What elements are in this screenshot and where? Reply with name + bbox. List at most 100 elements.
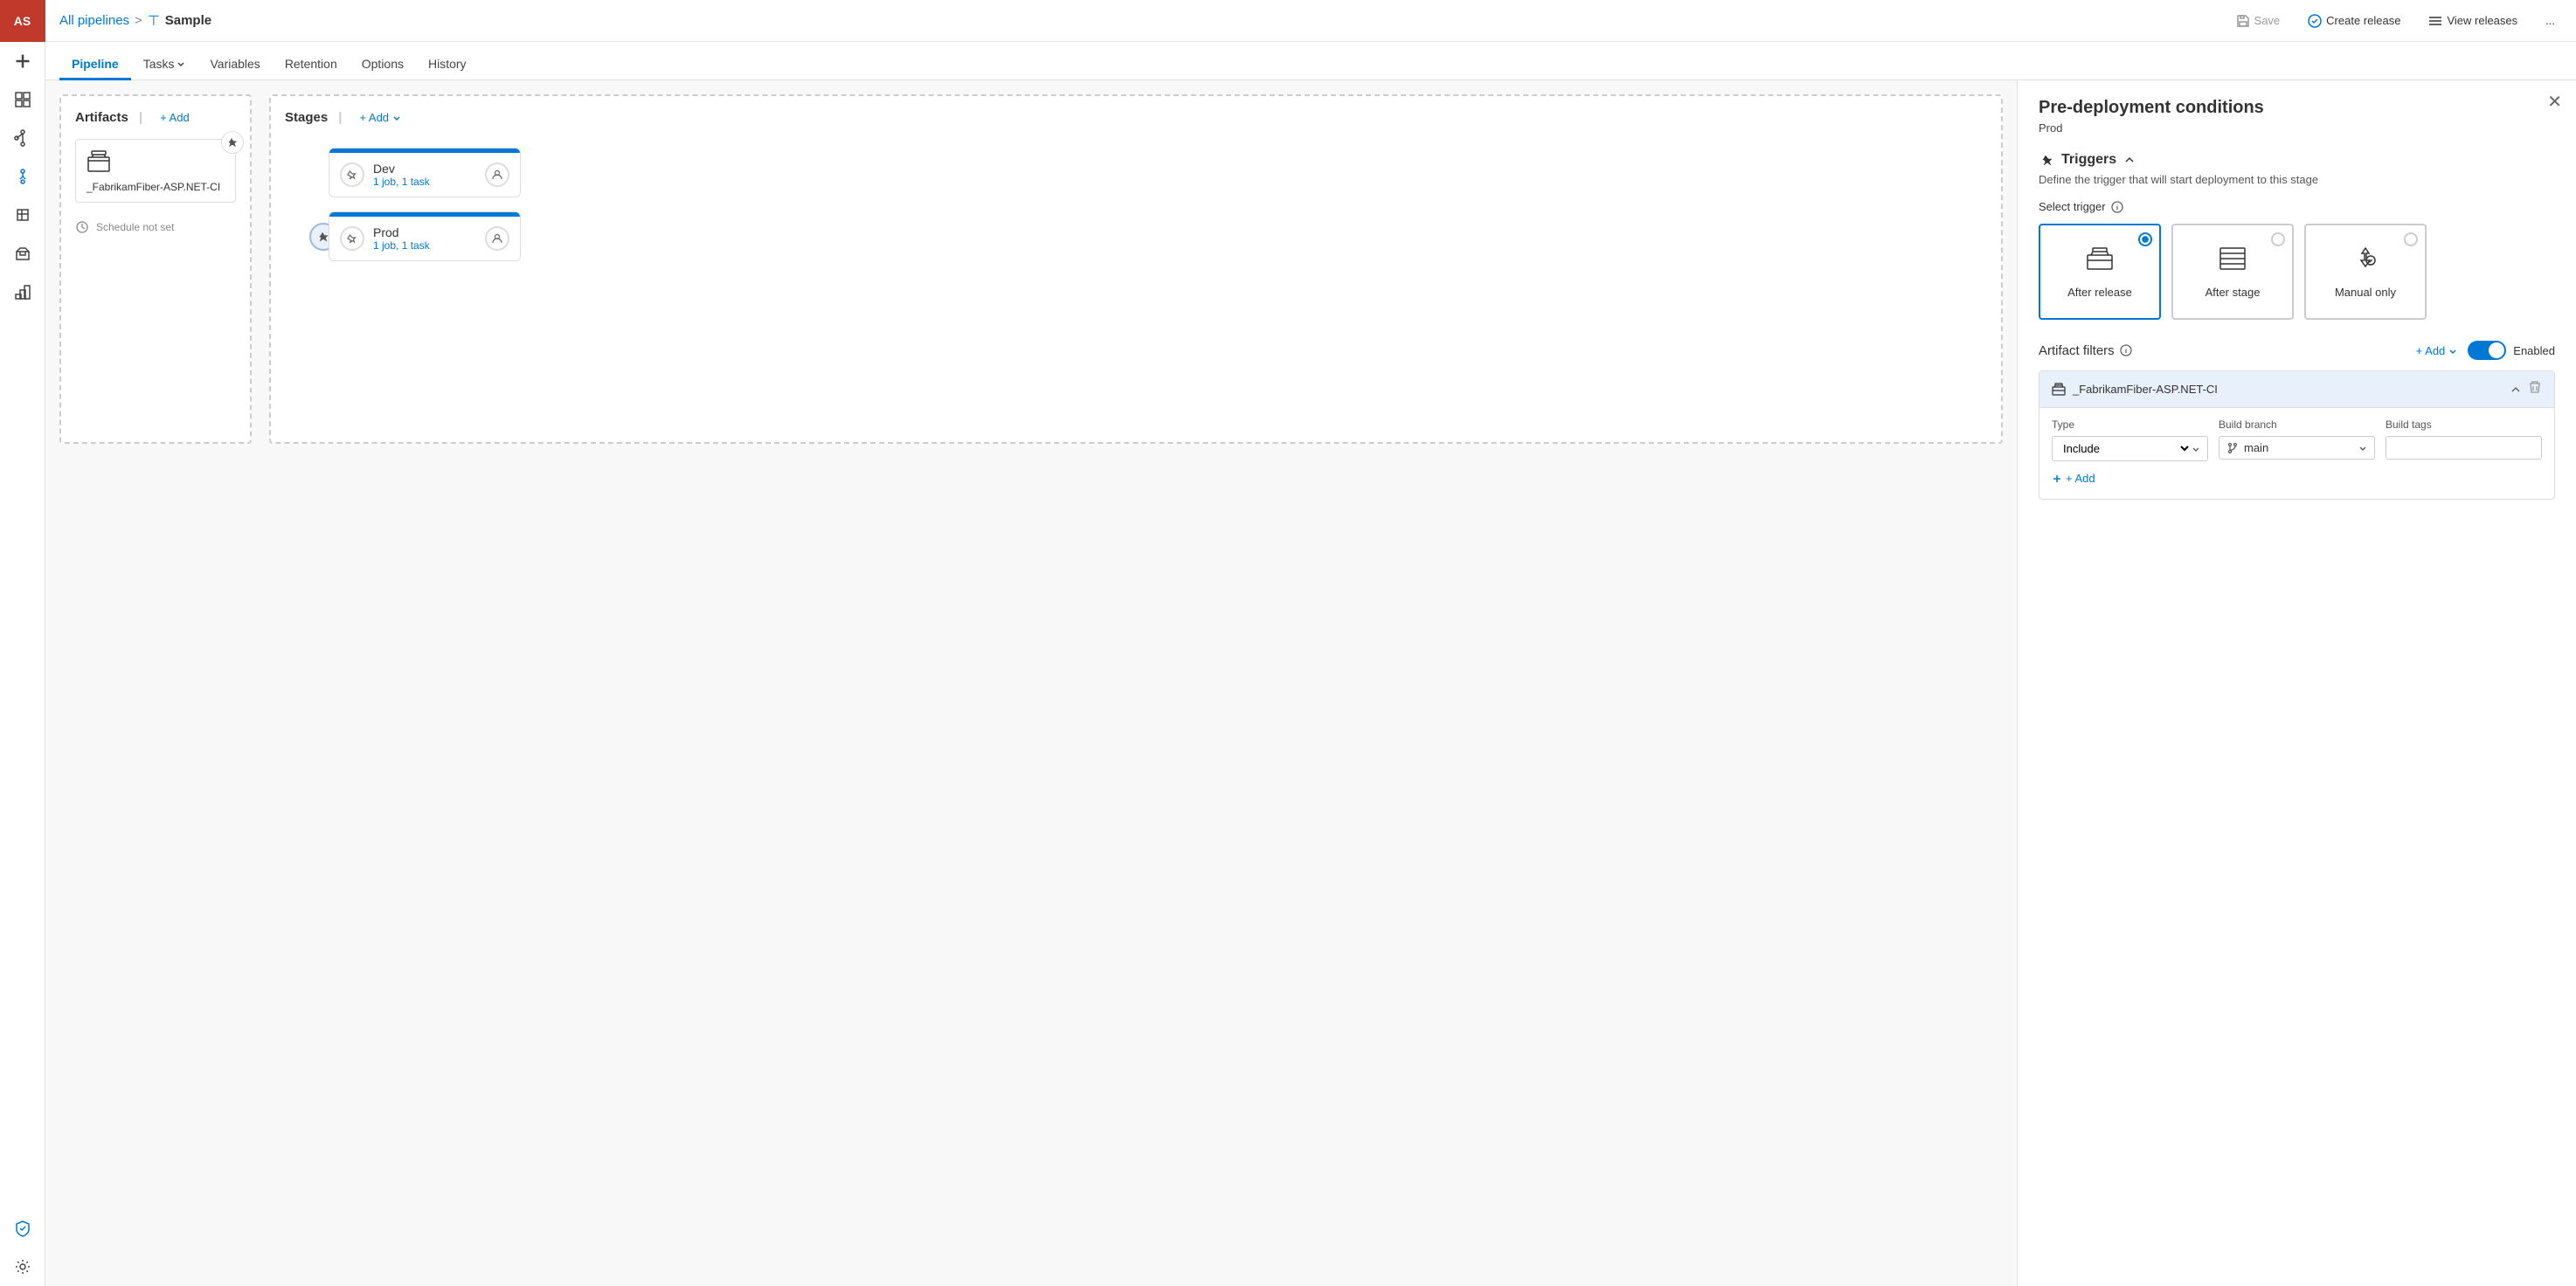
sidebar-icon-settings[interactable] xyxy=(0,1248,45,1286)
add-artifact-filter-button[interactable]: + Add xyxy=(2416,344,2458,357)
toggle-switch[interactable] xyxy=(2468,341,2506,360)
artifact-icon xyxy=(87,149,225,177)
pipeline-icon: ⊤ xyxy=(148,12,160,30)
sidebar-icon-pipelines[interactable] xyxy=(0,157,45,196)
artifact-filters-info-icon xyxy=(2120,344,2132,356)
stage-card-dev[interactable]: Dev 1 job, 1 task xyxy=(329,148,521,197)
branch-col-header: Build branch xyxy=(2219,418,2375,431)
trigger-radio-after-release xyxy=(2138,232,2152,246)
close-button[interactable]: ✕ xyxy=(2547,91,2562,113)
sidebar-icon-deploy[interactable] xyxy=(0,273,45,311)
stages-add-button[interactable]: + Add xyxy=(359,111,401,124)
breadcrumb-separator: > xyxy=(135,13,142,28)
create-release-button[interactable]: Create release xyxy=(2301,10,2407,31)
stages-list: Dev 1 job, 1 task xyxy=(285,139,1987,270)
artifact-trigger-badge[interactable] xyxy=(221,131,244,154)
pipeline-canvas: Artifacts | + Add _FabrikamFiber-ASP.NET… xyxy=(45,80,2017,1286)
tab-retention[interactable]: Retention xyxy=(273,50,350,80)
stage-post-condition-dev[interactable] xyxy=(485,162,509,187)
filter-cols: Type Include Exclude Build branch xyxy=(2052,418,2542,461)
tab-tasks[interactable]: Tasks xyxy=(131,50,198,80)
schedule-card[interactable]: Schedule not set xyxy=(75,213,236,241)
enabled-label: Enabled xyxy=(2513,344,2555,357)
sidebar-icon-repos[interactable] xyxy=(0,119,45,157)
sidebar-icon-shield[interactable] xyxy=(0,1209,45,1248)
artifacts-title: Artifacts xyxy=(75,110,128,125)
more-options-button[interactable]: ... xyxy=(2538,10,2562,31)
sidebar-icon-boards[interactable] xyxy=(0,80,45,119)
artifacts-panel: Artifacts | + Add _FabrikamFiber-ASP.NET… xyxy=(59,94,252,444)
stage-info-dev: Dev 1 job, 1 task xyxy=(373,162,476,188)
artifacts-divider: | xyxy=(139,110,142,125)
branch-value: main xyxy=(2239,441,2358,454)
trigger-radio-manual-only xyxy=(2404,232,2418,246)
branch-column: Build branch main xyxy=(2219,418,2375,461)
trigger-label-after-release: After release xyxy=(2067,286,2132,299)
artifact-filter-section: _FabrikamFiber-ASP.NET-CI Type Include xyxy=(2039,370,2555,500)
triggers-label: Triggers xyxy=(2061,152,2116,168)
tags-col-header: Build tags xyxy=(2386,418,2542,431)
triggers-desc: Define the trigger that will start deplo… xyxy=(2039,173,2555,186)
tab-variables[interactable]: Variables xyxy=(197,50,272,80)
sidebar-icon-artifacts[interactable] xyxy=(0,234,45,273)
breadcrumb-link[interactable]: All pipelines xyxy=(59,13,129,28)
trigger-option-manual-only[interactable]: Manual only xyxy=(2304,224,2427,320)
breadcrumb: All pipelines > ⊤ Sample xyxy=(59,12,211,30)
stage-post-condition-prod[interactable] xyxy=(485,226,509,251)
trigger-label-after-stage: After stage xyxy=(2206,286,2261,299)
sidebar-icon-add[interactable] xyxy=(0,42,45,80)
artifacts-header: Artifacts | + Add xyxy=(75,110,236,125)
main-content: All pipelines > ⊤ Sample Save Create rel… xyxy=(45,0,2576,1286)
artifact-filters-actions: + Add Enabled xyxy=(2416,341,2555,360)
right-panel: ✕ Pre-deployment conditions Prod Trigger… xyxy=(2017,80,2576,1286)
stage-name-prod: Prod xyxy=(373,225,476,239)
add-filter-button[interactable]: + Add xyxy=(2052,468,2095,488)
avatar[interactable]: AS xyxy=(0,0,45,42)
artifact-filter-chevron-up[interactable] xyxy=(2510,384,2521,395)
stages-divider: | xyxy=(338,110,342,125)
artifacts-add-button[interactable]: + Add xyxy=(160,111,190,124)
stage-body-prod: Prod 1 job, 1 task xyxy=(329,217,520,260)
pipeline-container: Artifacts | + Add _FabrikamFiber-ASP.NET… xyxy=(59,94,2003,444)
trigger-option-after-stage[interactable]: After stage xyxy=(2171,224,2294,320)
stages-panel: Stages | + Add xyxy=(269,94,2003,444)
stage-pre-condition-dev[interactable] xyxy=(340,162,364,187)
artifact-filter-section-header: _FabrikamFiber-ASP.NET-CI xyxy=(2039,371,2554,408)
artifact-name: _FabrikamFiber-ASP.NET-CI xyxy=(87,181,225,193)
stage-card-prod[interactable]: Prod 1 job, 1 task xyxy=(329,211,521,261)
sidebar-icon-testplans[interactable] xyxy=(0,196,45,234)
artifact-filter-delete-button[interactable] xyxy=(2528,380,2542,398)
tags-input[interactable] xyxy=(2386,436,2542,460)
type-col-header: Type xyxy=(2052,418,2208,431)
trigger-label-manual-only: Manual only xyxy=(2335,286,2396,299)
triggers-header: Triggers xyxy=(2039,152,2555,168)
select-trigger-label: Select trigger xyxy=(2039,200,2555,213)
stages-title: Stages xyxy=(285,110,328,125)
chevron-up-icon[interactable] xyxy=(2123,154,2136,166)
panel-subtitle: Prod xyxy=(2039,121,2555,135)
branch-select[interactable]: main xyxy=(2219,436,2375,460)
stage-row-prod: Prod 1 job, 1 task xyxy=(302,211,1970,261)
navtabs: Pipeline Tasks Variables Retention Optio… xyxy=(45,42,2576,80)
view-releases-button[interactable]: View releases xyxy=(2421,10,2524,31)
stage-info-prod: Prod 1 job, 1 task xyxy=(373,225,476,252)
artifact-card[interactable]: _FabrikamFiber-ASP.NET-CI xyxy=(75,139,236,203)
schedule-label: Schedule not set xyxy=(96,221,174,233)
type-select[interactable]: Include Exclude xyxy=(2052,436,2208,461)
page-title: Sample xyxy=(165,13,211,28)
trigger-radio-after-stage xyxy=(2271,232,2285,246)
enabled-toggle[interactable]: Enabled xyxy=(2468,341,2555,360)
tab-history[interactable]: History xyxy=(416,50,479,80)
stage-pre-condition-prod[interactable] xyxy=(340,226,364,251)
sidebar: AS xyxy=(0,0,45,1286)
topbar: All pipelines > ⊤ Sample Save Create rel… xyxy=(45,0,2576,42)
trigger-option-after-release[interactable]: After release xyxy=(2039,224,2161,320)
tags-column: Build tags xyxy=(2386,418,2542,461)
content-area: Artifacts | + Add _FabrikamFiber-ASP.NET… xyxy=(45,80,2576,1286)
save-button[interactable]: Save xyxy=(2229,10,2288,31)
type-select-input[interactable]: Include Exclude xyxy=(2060,441,2192,456)
tab-options[interactable]: Options xyxy=(350,50,416,80)
trigger-icon-after-release xyxy=(2086,245,2114,279)
tab-pipeline[interactable]: Pipeline xyxy=(59,50,131,80)
stage-row-dev: Dev 1 job, 1 task xyxy=(302,148,1970,197)
